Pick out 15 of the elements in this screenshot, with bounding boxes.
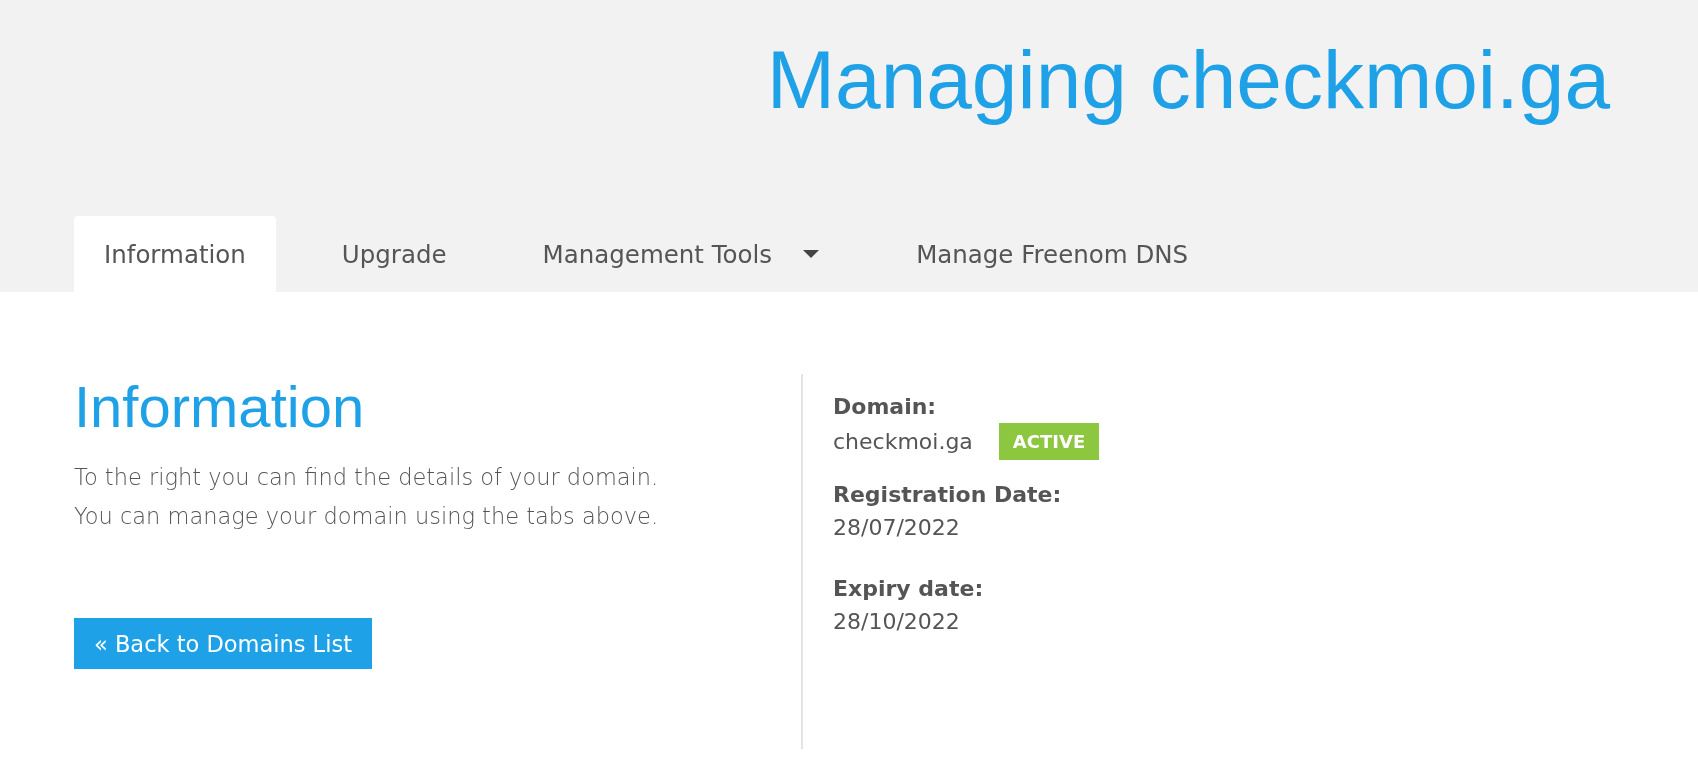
section-heading: Information: [74, 374, 366, 440]
tab[interactable]: Upgrade: [311, 216, 477, 292]
field-label: Registration Date:: [833, 481, 1063, 509]
field-label: Expiry date:: [833, 575, 985, 603]
field-value: checkmoi.ga: [833, 428, 973, 456]
field-label: Domain:: [833, 393, 938, 421]
tab[interactable]: Information: [74, 216, 276, 292]
caret-icon: [802, 249, 821, 259]
status-badge: ACTIVE: [998, 423, 1100, 460]
page-title: Managing checkmoi.ga: [766, 33, 1610, 127]
description-text: To the right you can find the details of your domain. You can manage your domain using the tabs above.: [74, 463, 660, 531]
field-value: 28/07/2022: [833, 514, 960, 542]
field-value: 28/10/2022: [833, 608, 960, 636]
tab[interactable]: Manage Freenom DNS: [886, 216, 1219, 292]
dropdown-tab[interactable]: Management Tools: [512, 216, 851, 292]
